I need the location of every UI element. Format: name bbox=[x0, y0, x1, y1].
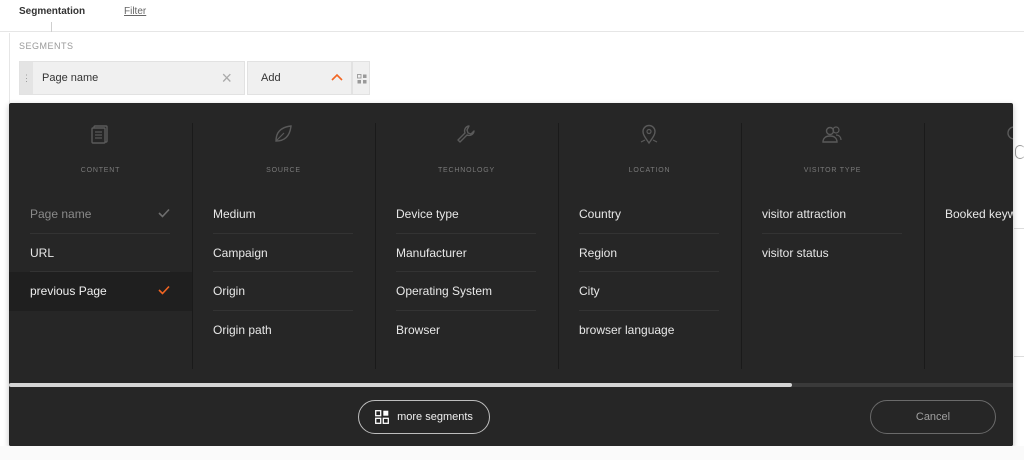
column-items: Medium Campaign Origin Origin path bbox=[192, 195, 375, 349]
column-divider bbox=[192, 123, 193, 369]
segment-option[interactable]: Origin bbox=[192, 272, 375, 311]
more-segments-label: more segments bbox=[397, 411, 473, 423]
segment-column-content: CONTENT Page name URL previous Page bbox=[9, 103, 192, 383]
segment-columns: CONTENT Page name URL previous Page SOURCE Me… bbox=[9, 103, 1013, 383]
page-bottom bbox=[0, 446, 1024, 460]
segment-option-label: Manufacturer bbox=[396, 245, 467, 260]
segments-title: SEGMENTS bbox=[19, 41, 74, 51]
top-nav: Segmentation Filter bbox=[0, 0, 1024, 32]
segment-option[interactable]: Operating System bbox=[375, 272, 558, 311]
segment-column-s: S Booked keyw bbox=[924, 103, 1013, 383]
segment-option-label: Operating System bbox=[396, 284, 493, 299]
segment-option[interactable]: visitor attraction bbox=[741, 195, 924, 234]
column-items: Booked keyw bbox=[924, 195, 1013, 234]
divider bbox=[1014, 356, 1024, 357]
column-heading: VISITOR TYPE bbox=[803, 167, 862, 174]
segment-option-label: visitor attraction bbox=[762, 207, 847, 222]
segment-option-label: previous Page bbox=[30, 284, 107, 299]
segment-option-label: Campaign bbox=[213, 245, 268, 260]
add-segment-label: Add bbox=[261, 72, 281, 84]
grid-view-button[interactable] bbox=[352, 61, 370, 95]
column-items: Country Region City browser language bbox=[558, 195, 741, 349]
column-divider bbox=[924, 123, 925, 369]
divider bbox=[1014, 228, 1024, 229]
leaf-icon bbox=[275, 125, 292, 142]
segment-option-label: Page name bbox=[30, 207, 92, 222]
segment-column-source: SOURCE Medium Campaign Origin Origin path bbox=[192, 103, 375, 383]
segment-option-label: Browser bbox=[396, 322, 441, 337]
column-divider bbox=[741, 123, 742, 369]
segment-option[interactable]: URL bbox=[9, 234, 192, 273]
column-items: Page name URL previous Page bbox=[9, 195, 192, 311]
column-heading: TECHNOLOGY bbox=[437, 167, 495, 174]
segment-option[interactable]: Manufacturer bbox=[375, 234, 558, 273]
segment-option[interactable]: Device type bbox=[375, 195, 558, 234]
close-icon[interactable]: × bbox=[221, 67, 232, 89]
segment-option: Page name bbox=[9, 195, 192, 234]
segment-column-visitor-type: VISITOR TYPE visitor attraction visitor st… bbox=[741, 103, 924, 383]
segment-option[interactable]: Region bbox=[558, 234, 741, 273]
segment-option[interactable]: visitor status bbox=[741, 234, 924, 273]
segment-option[interactable]: Browser bbox=[375, 311, 558, 350]
cancel-button[interactable]: Cancel bbox=[870, 400, 996, 434]
segment-option[interactable]: Origin path bbox=[192, 311, 375, 350]
panel-footer: more segments Cancel bbox=[9, 387, 1013, 446]
segment-option-label: Region bbox=[579, 245, 618, 260]
add-segment-button[interactable]: Add bbox=[247, 61, 352, 95]
wrench-icon bbox=[457, 125, 475, 143]
segment-column-location: LOCATION Country Region City browser languag… bbox=[558, 103, 741, 383]
users-icon bbox=[822, 126, 842, 143]
column-heading: LOCATION bbox=[628, 167, 671, 174]
segment-option-label: Country bbox=[579, 207, 622, 222]
segment-option[interactable]: Country bbox=[558, 195, 741, 234]
drag-handle-icon[interactable]: ⋮ bbox=[20, 62, 33, 94]
grid-icon bbox=[357, 74, 367, 84]
segment-option-label: Origin bbox=[213, 284, 246, 299]
segment-option-label: Medium bbox=[213, 207, 256, 222]
segment-option-label: browser language bbox=[579, 322, 675, 337]
segment-option-label: City bbox=[579, 284, 600, 299]
document-list-icon bbox=[91, 125, 108, 144]
segment-option-label: Origin path bbox=[213, 322, 272, 337]
segment-option[interactable]: previous Page bbox=[9, 272, 192, 311]
info-icon-partial bbox=[1015, 145, 1024, 159]
segment-option[interactable]: Campaign bbox=[192, 234, 375, 273]
checkmark-icon bbox=[158, 285, 170, 295]
segment-option-label: visitor status bbox=[762, 245, 829, 260]
segments-area: SEGMENTS ⋮ Page name × Add bbox=[9, 33, 1024, 103]
segment-picker-panel: CONTENT Page name URL previous Page SOURCE Me… bbox=[9, 103, 1013, 446]
segment-column-technology: TECHNOLOGY Device type Manufacturer Operati… bbox=[375, 103, 558, 383]
segment-option-label: Booked keyw bbox=[945, 207, 1013, 222]
tab-filter[interactable]: Filter bbox=[124, 6, 146, 17]
column-items: visitor attraction visitor status bbox=[741, 195, 924, 272]
checkmark-icon bbox=[158, 208, 170, 218]
column-divider bbox=[375, 123, 376, 369]
column-heading: S bbox=[924, 167, 1014, 174]
segment-chip-page-name[interactable]: ⋮ Page name × bbox=[19, 61, 245, 95]
column-items: Device type Manufacturer Operating System B… bbox=[375, 195, 558, 349]
more-segments-button[interactable]: more segments bbox=[358, 400, 490, 434]
column-heading: CONTENT bbox=[80, 167, 121, 174]
segment-option[interactable]: Medium bbox=[192, 195, 375, 234]
search-icon bbox=[1007, 126, 1013, 140]
segment-option[interactable]: City bbox=[558, 272, 741, 311]
column-heading: SOURCE bbox=[266, 167, 301, 174]
location-pin-icon bbox=[640, 124, 658, 145]
segment-option-label: Device type bbox=[396, 207, 459, 222]
chevron-up-icon bbox=[331, 73, 343, 81]
segment-option[interactable]: Booked keyw bbox=[924, 195, 1013, 234]
column-divider bbox=[558, 123, 559, 369]
segment-chip-label: Page name bbox=[42, 72, 99, 84]
grid-icon bbox=[375, 410, 390, 424]
tab-segmentation[interactable]: Segmentation bbox=[19, 6, 85, 32]
segment-option-label: URL bbox=[30, 245, 55, 260]
segment-option[interactable]: browser language bbox=[558, 311, 741, 350]
